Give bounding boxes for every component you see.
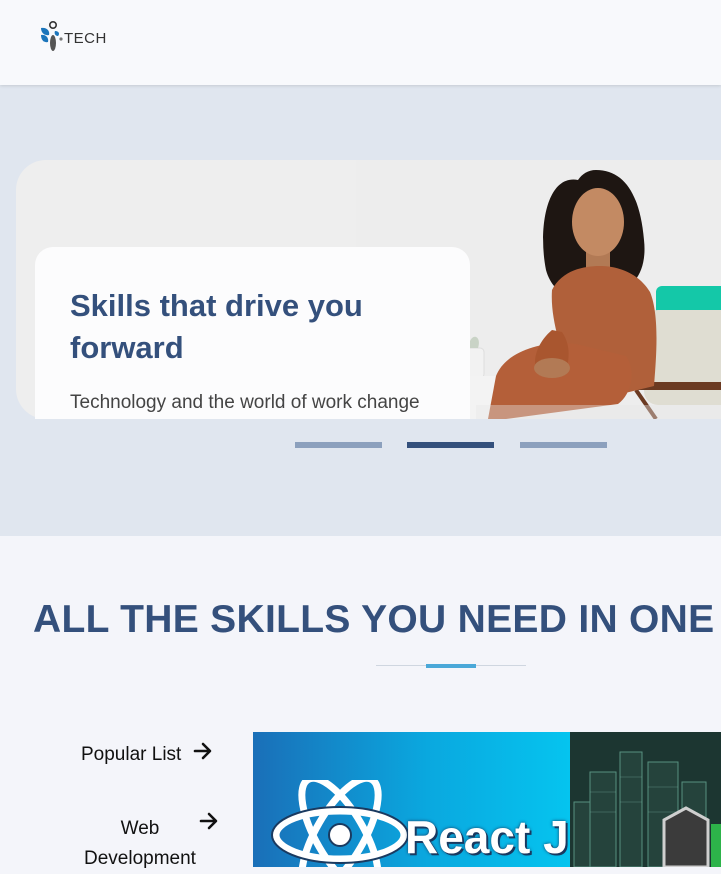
category-label: Popular List (81, 744, 182, 765)
arrow-right-icon[interactable] (199, 811, 219, 831)
logo-text: TECH (64, 29, 107, 47)
category-label: Web Development (84, 818, 196, 869)
category-web-development[interactable]: Web Development (73, 814, 207, 874)
stylized-figure-logo-icon (41, 21, 63, 51)
hero-caption-card: Skills that drive you forward Technology… (35, 247, 470, 419)
carousel-indicator-1[interactable] (295, 442, 382, 448)
course-card-node[interactable] (570, 732, 721, 867)
category-popular-list[interactable]: Popular List (81, 744, 191, 766)
carousel-indicator-3[interactable] (520, 442, 607, 448)
site-header: TECH (0, 0, 721, 85)
section-title: ALL THE SKILLS YOU NEED IN ONE (33, 598, 715, 641)
logo[interactable]: TECH (39, 21, 107, 55)
city-skyline-image (570, 732, 721, 867)
react-logo-icon (271, 780, 409, 867)
arrow-right-icon[interactable] (193, 741, 213, 761)
hero-text: Technology and the world of work change (70, 392, 420, 413)
course-card-react[interactable]: React J (253, 732, 570, 867)
hero-title: Skills that drive you forward (70, 288, 363, 365)
course-card-label: React J (405, 811, 569, 863)
section-divider-accent (426, 664, 476, 668)
carousel-indicator-2[interactable] (407, 442, 494, 448)
